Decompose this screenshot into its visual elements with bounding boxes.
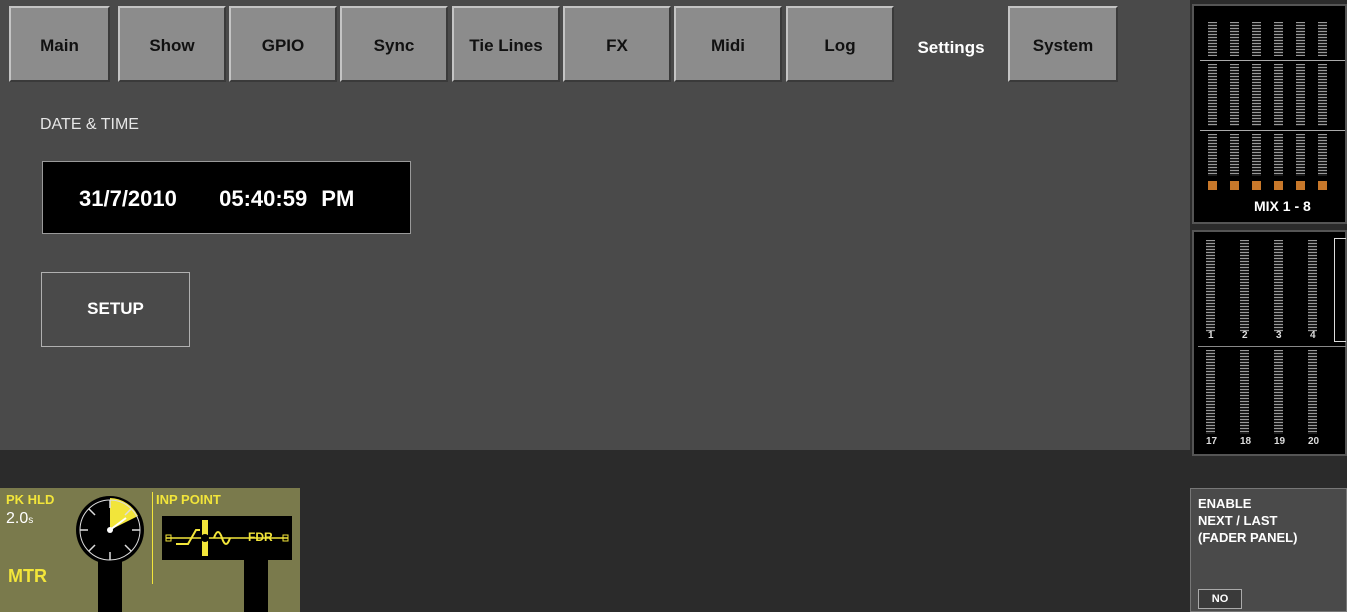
tab-sync[interactable]: Sync [340, 6, 448, 82]
meter-bar [1240, 240, 1249, 332]
channel-label: 1 [1208, 330, 1214, 341]
meter-bar [1230, 134, 1239, 176]
meter-led [1208, 181, 1217, 190]
inp-point-label: INP POINT [156, 492, 221, 507]
channel-label: 2 [1242, 330, 1248, 341]
tab-midi[interactable]: Midi [674, 6, 782, 82]
date-time-display: 31/7/2010 05:40:59 PM [42, 161, 411, 234]
date-value: 31/7/2010 [79, 186, 177, 211]
channel-label: 3 [1276, 330, 1282, 341]
tab-fx[interactable]: FX [563, 6, 671, 82]
channel-meter-panel[interactable]: 1 2 3 4 17 18 19 20 [1192, 230, 1347, 456]
tab-log[interactable]: Log [786, 6, 894, 82]
meter-bar [1274, 350, 1283, 434]
tab-settings[interactable]: Settings [897, 6, 1005, 88]
time-value: 05:40:59 PM [219, 186, 355, 211]
meter-bar [1206, 350, 1215, 434]
fdr-label: FDR [248, 530, 273, 544]
channel-label: 18 [1240, 436, 1252, 447]
enable-toggle-button[interactable]: NO [1198, 589, 1242, 609]
settings-panel [0, 88, 1190, 450]
meter-bar [1252, 134, 1261, 176]
selection-frame [1334, 238, 1346, 342]
meter-bar [1206, 240, 1215, 332]
channel-label: 17 [1206, 436, 1218, 447]
meter-bar [1252, 22, 1261, 56]
meter-bar [1274, 134, 1283, 176]
knob-dial-icon [76, 496, 144, 564]
meter-bar [1318, 22, 1327, 56]
pk-hld-knob[interactable] [74, 494, 146, 612]
tab-show[interactable]: Show [118, 6, 226, 82]
meter-led [1318, 181, 1327, 190]
meter-bar [1274, 22, 1283, 56]
tab-main[interactable]: Main [9, 6, 110, 82]
meter-bar [1240, 350, 1249, 434]
setup-button[interactable]: SETUP [41, 272, 190, 347]
meter-bar [1208, 134, 1217, 176]
channel-label: 20 [1308, 436, 1320, 447]
meter-led [1230, 181, 1239, 190]
meter-control-panel: PK HLD 2.0s MTR INP POINT FDR [0, 488, 300, 612]
meter-bar [1274, 240, 1283, 332]
meter-bar [1318, 134, 1327, 176]
meter-bar [1252, 64, 1261, 126]
meter-bar [1208, 22, 1217, 56]
meter-bar [1308, 350, 1317, 434]
enable-panel-title: ENABLE NEXT / LAST (FADER PANEL) [1198, 496, 1298, 545]
meter-bar [1318, 64, 1327, 126]
meter-led [1274, 181, 1283, 190]
meter-bar [1274, 64, 1283, 126]
enable-next-last-panel: ENABLE NEXT / LAST (FADER PANEL) NO [1190, 488, 1347, 612]
meter-bar [1230, 64, 1239, 126]
pk-hld-label: PK HLD [6, 492, 55, 507]
divider [152, 492, 153, 584]
meter-bar [1230, 22, 1239, 56]
meter-bar [1296, 64, 1305, 126]
inp-point-selector[interactable]: FDR [162, 516, 292, 612]
divider [1198, 346, 1346, 347]
meter-bar [1296, 134, 1305, 176]
tab-tie-lines[interactable]: Tie Lines [452, 6, 560, 82]
tab-gpio[interactable]: GPIO [229, 6, 337, 82]
divider [1200, 60, 1345, 61]
pk-hld-value: 2.0s [6, 510, 34, 527]
meter-bar [1308, 240, 1317, 332]
mix-label: MIX 1 - 8 [1254, 198, 1311, 214]
meter-led [1252, 181, 1261, 190]
mtr-label: MTR [8, 566, 47, 586]
date-time-label: DATE & TIME [40, 116, 139, 133]
mix-meter-panel: MIX 1 - 8 [1192, 4, 1347, 224]
tab-system[interactable]: System [1008, 6, 1118, 82]
channel-label: 4 [1310, 330, 1316, 341]
meter-bar [1208, 64, 1217, 126]
meter-led [1296, 181, 1305, 190]
channel-label: 19 [1274, 436, 1286, 447]
divider [1200, 130, 1345, 131]
meter-bar [1296, 22, 1305, 56]
